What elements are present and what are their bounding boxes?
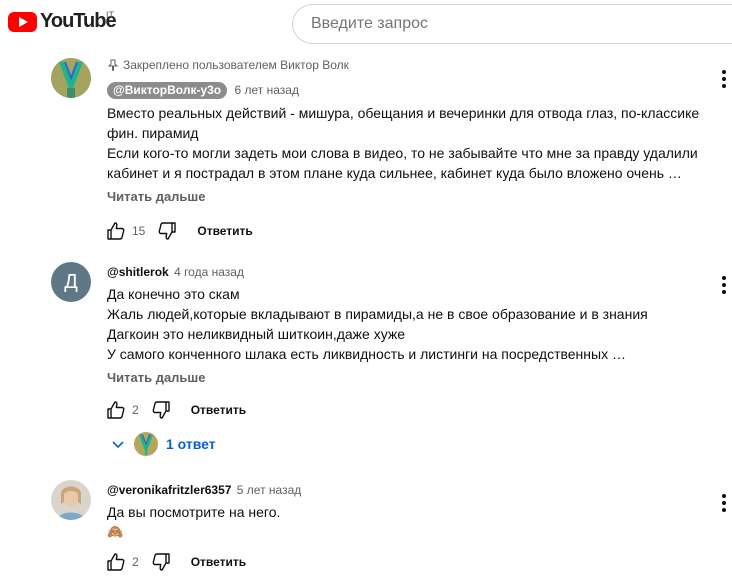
like-icon[interactable] <box>104 219 128 243</box>
search-box[interactable] <box>292 4 732 44</box>
like-icon[interactable] <box>104 398 128 422</box>
comment-emoji: 🙈 <box>107 524 124 539</box>
chevron-down-icon <box>112 441 124 449</box>
comment-text: Вместо реальных действий - мишура, обеща… <box>107 103 712 183</box>
dislike-icon[interactable] <box>155 219 179 243</box>
replies-count[interactable]: 1 ответ <box>166 436 216 452</box>
comment-line: фин. пирамид <box>107 125 199 141</box>
avatar[interactable]: Д <box>51 262 91 302</box>
like-count: 2 <box>132 555 139 569</box>
read-more-button[interactable]: Читать дальше <box>107 370 712 385</box>
comment-time[interactable]: 4 года назад <box>174 265 244 279</box>
like-count: 15 <box>132 224 146 238</box>
comment-time[interactable]: 5 лет назад <box>237 483 301 497</box>
avatar[interactable] <box>51 58 91 98</box>
youtube-play-icon <box>8 11 37 32</box>
author-name[interactable]: @ВикторВолк-у3о <box>107 82 228 99</box>
comment-line: Да вы посмотрите на него. <box>107 504 281 520</box>
like-count: 2 <box>132 403 139 417</box>
comment-line: кабинет и я пострадал в этом плане куда … <box>107 165 682 181</box>
author-name[interactable]: @shitlerok <box>107 265 169 279</box>
top-bar: YouTube IT <box>0 0 732 46</box>
pinned-label: Закреплено пользователем Виктор Волк <box>107 58 712 72</box>
reply-button[interactable]: Ответить <box>191 403 246 417</box>
youtube-logo[interactable]: YouTube <box>8 10 117 33</box>
more-actions-icon[interactable] <box>722 494 726 512</box>
replies-toggle[interactable]: 1 ответ <box>110 432 216 456</box>
comment-text: Да конечно это скам Жаль людей,которые в… <box>107 284 712 364</box>
pin-icon <box>107 59 119 71</box>
reply-button[interactable]: Ответить <box>191 555 246 569</box>
more-actions-icon[interactable] <box>722 70 726 88</box>
reply-button[interactable]: Ответить <box>197 224 252 238</box>
comment-time[interactable]: 6 лет назад <box>234 83 298 97</box>
comment-line: У самого конченного шлака есть ликвиднос… <box>107 346 626 362</box>
pinned-text: Закреплено пользователем Виктор Волк <box>123 58 349 72</box>
author-name[interactable]: @veronikafritzler6357 <box>107 483 231 497</box>
comment-line: Вместо реальных действий - мишура, обеща… <box>107 105 700 121</box>
dislike-icon[interactable] <box>149 550 173 574</box>
region-code: IT <box>106 10 114 20</box>
reply-author-avatar <box>134 432 158 456</box>
avatar-letter: Д <box>64 270 78 293</box>
logo-text: YouTube <box>40 10 117 32</box>
like-icon[interactable] <box>104 550 128 574</box>
more-actions-icon[interactable] <box>722 276 726 294</box>
comment-line: Дагкоин это неликвидный шиткоин,даже хуж… <box>107 326 406 342</box>
search-input[interactable] <box>293 5 732 43</box>
avatar[interactable] <box>51 480 91 520</box>
comment-line: Жаль людей,которые вкладывают в пирамиды… <box>107 306 648 322</box>
comment-line: Если кого-то могли задеть мои слова в ви… <box>107 145 698 161</box>
dislike-icon[interactable] <box>149 398 173 422</box>
comment-line: Да конечно это скам <box>107 286 240 302</box>
comment-text: Да вы посмотрите на него. 🙈 <box>107 502 712 542</box>
read-more-button[interactable]: Читать дальше <box>107 189 712 204</box>
